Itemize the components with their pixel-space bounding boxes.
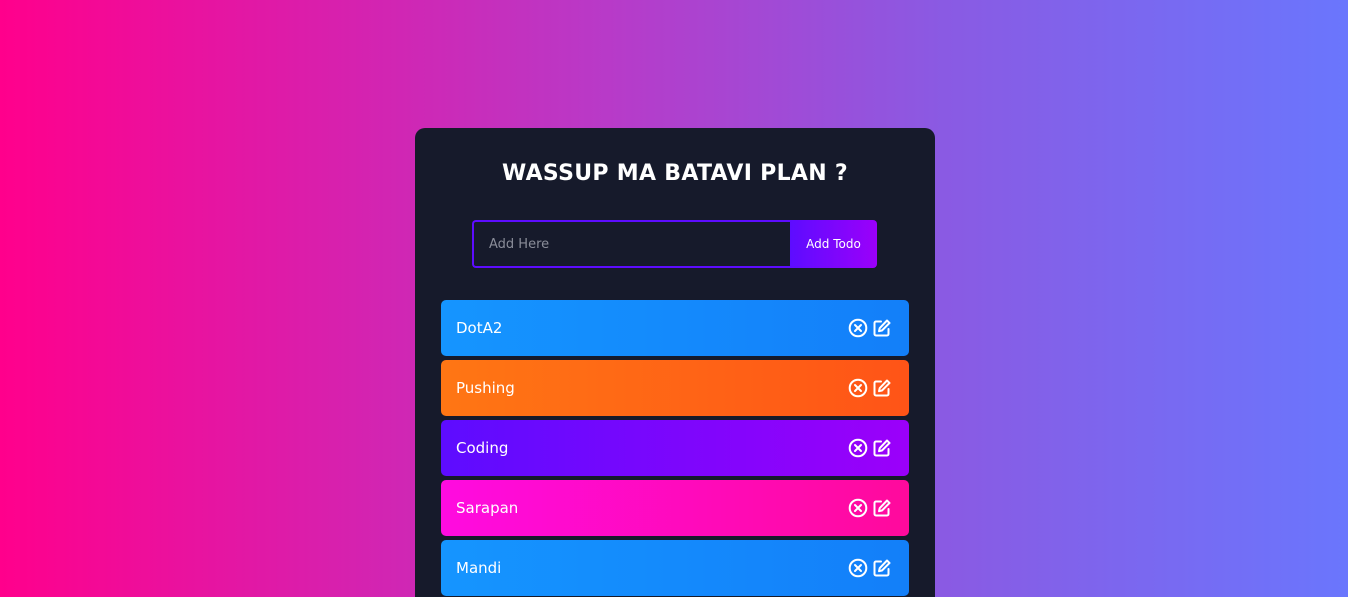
todo-item-actions (848, 498, 892, 518)
close-circle-icon[interactable] (848, 498, 868, 518)
todo-item-actions (848, 318, 892, 338)
close-circle-icon[interactable] (848, 318, 868, 338)
close-circle-icon[interactable] (848, 438, 868, 458)
todo-form: Add Todo (472, 220, 877, 268)
todo-item: DotA2 (441, 300, 909, 356)
close-circle-icon[interactable] (848, 378, 868, 398)
todo-item-actions (848, 438, 892, 458)
edit-icon[interactable] (872, 558, 892, 578)
todo-item: Mandi (441, 540, 909, 596)
close-circle-icon[interactable] (848, 558, 868, 578)
todo-app-card: WASSUP MA BATAVI PLAN ? Add Todo DotA2 P… (415, 128, 935, 597)
edit-icon[interactable] (872, 318, 892, 338)
edit-icon[interactable] (872, 498, 892, 518)
todo-item-actions (848, 378, 892, 398)
edit-icon[interactable] (872, 438, 892, 458)
todo-list: DotA2 Pushing Coding Sarapan Mandi (441, 300, 909, 597)
todo-item: Pushing (441, 360, 909, 416)
app-title: WASSUP MA BATAVI PLAN ? (502, 161, 848, 186)
todo-item: Coding (441, 420, 909, 476)
edit-icon[interactable] (872, 378, 892, 398)
todo-item-text: Pushing (456, 379, 515, 397)
todo-item-actions (848, 558, 892, 578)
add-todo-button[interactable]: Add Todo (790, 220, 877, 268)
todo-item-text: Mandi (456, 559, 502, 577)
todo-input[interactable] (472, 220, 790, 268)
todo-item-text: Coding (456, 439, 509, 457)
todo-item-text: Sarapan (456, 499, 519, 517)
todo-item-text: DotA2 (456, 319, 503, 337)
todo-item: Sarapan (441, 480, 909, 536)
